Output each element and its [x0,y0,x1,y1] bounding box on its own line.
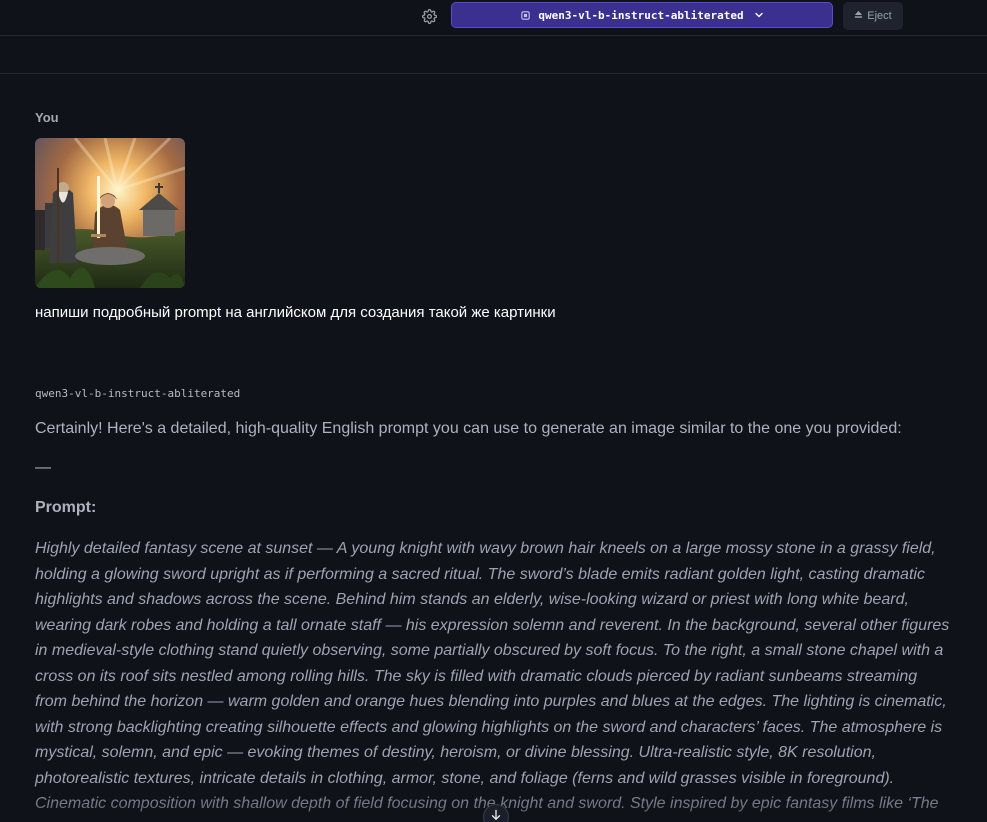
user-sender-label: You [35,110,59,125]
image-thumbnail[interactable] [35,138,185,288]
chevron-down-icon [754,10,764,20]
prompt-text: Highly detailed fantasy scene at sunset … [35,540,950,822]
prompt-heading: Prompt: [35,499,97,516]
chat-area[interactable]: You напиши подробный prompt на английско… [0,74,987,822]
model-name-label: qwen3-vl-b-instruct-abliterated [538,8,744,22]
arrow-down-icon [490,808,502,822]
eject-icon [854,10,863,22]
assistant-intro-text: Certainly! Here's a detailed, high-quali… [35,420,902,437]
eject-button[interactable]: Eject [843,2,903,30]
chip-icon [520,10,531,21]
eject-label: Eject [867,10,892,22]
separator: — [35,459,51,476]
user-message-text: напиши подробный prompt на английском дл… [35,304,556,321]
top-bar: qwen3-vl-b-instruct-abliterated Eject [0,0,987,36]
settings-gear-icon[interactable] [421,8,437,24]
model-selector-button[interactable]: qwen3-vl-b-instruct-abliterated [451,2,833,28]
secondary-bar [0,36,987,74]
assistant-sender-label: qwen3-vl-b-instruct-abliterated [35,387,241,400]
